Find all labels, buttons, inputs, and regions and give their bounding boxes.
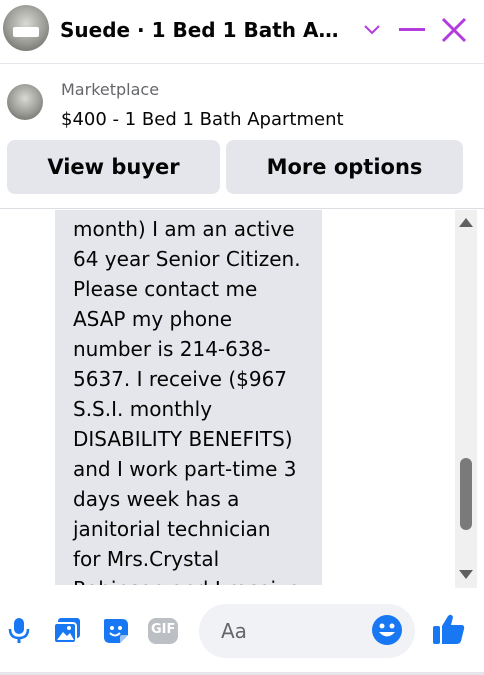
message-thread[interactable]: month) I am an active 64 year Senior Cit… — [0, 210, 484, 588]
message-line: janitorial technician — [73, 517, 271, 541]
listing-title[interactable]: $400 - 1 Bed 1 Bath Apartment — [61, 109, 344, 130]
message-line: Robinson and I receive — [73, 574, 322, 585]
gif-icon[interactable]: GIF — [148, 616, 178, 646]
message-line: for Mrs.Crystal — [73, 547, 220, 571]
message-bubble: month) I am an active 64 year Senior Cit… — [55, 210, 322, 585]
scroll-up-arrow-icon[interactable] — [459, 218, 473, 227]
marketplace-context: Marketplace $400 - 1 Bed 1 Bath Apartmen… — [0, 66, 484, 209]
chevron-down-icon[interactable] — [358, 16, 386, 44]
image-icon[interactable] — [52, 616, 82, 646]
conversation-avatar[interactable] — [3, 5, 49, 51]
sticker-icon[interactable] — [101, 616, 131, 646]
message-line: number is 214-638- — [73, 337, 271, 361]
message-line: 5637. I receive ($967 — [73, 367, 288, 391]
marketplace-label: Marketplace — [61, 80, 160, 99]
emoji-icon[interactable] — [370, 613, 404, 647]
scrollbar-track[interactable] — [455, 210, 477, 588]
close-icon[interactable] — [440, 16, 468, 44]
message-line: days week has a — [73, 487, 240, 511]
view-buyer-button[interactable]: View buyer — [7, 140, 220, 194]
message-line: and I work part-time 3 — [73, 457, 297, 481]
message-line: S.S.I. monthly — [73, 397, 213, 421]
gif-label: GIF — [151, 622, 176, 637]
message-line: month) I am an active — [73, 217, 295, 241]
message-composer: GIF Aa — [0, 598, 484, 668]
message-line: 64 year Senior Citizen. — [73, 247, 301, 271]
message-input-placeholder: Aa — [221, 619, 247, 643]
conversation-title[interactable]: Suede · 1 Bed 1 Bath Apartment — [60, 18, 352, 42]
message-line: ASAP my phone — [73, 307, 233, 331]
chat-header: Suede · 1 Bed 1 Bath Apartment — [0, 0, 484, 64]
listing-thumbnail[interactable] — [7, 84, 43, 120]
microphone-icon[interactable] — [4, 616, 34, 646]
more-options-button[interactable]: More options — [226, 140, 463, 194]
message-input[interactable]: Aa — [199, 604, 415, 658]
message-line: Please contact me — [73, 277, 258, 301]
thumbs-up-icon[interactable] — [432, 612, 466, 646]
scroll-down-arrow-icon[interactable] — [459, 570, 473, 579]
scrollbar-thumb[interactable] — [460, 458, 472, 530]
message-line: DISABILITY BENEFITS) — [73, 427, 293, 451]
minimize-icon[interactable] — [398, 16, 426, 44]
